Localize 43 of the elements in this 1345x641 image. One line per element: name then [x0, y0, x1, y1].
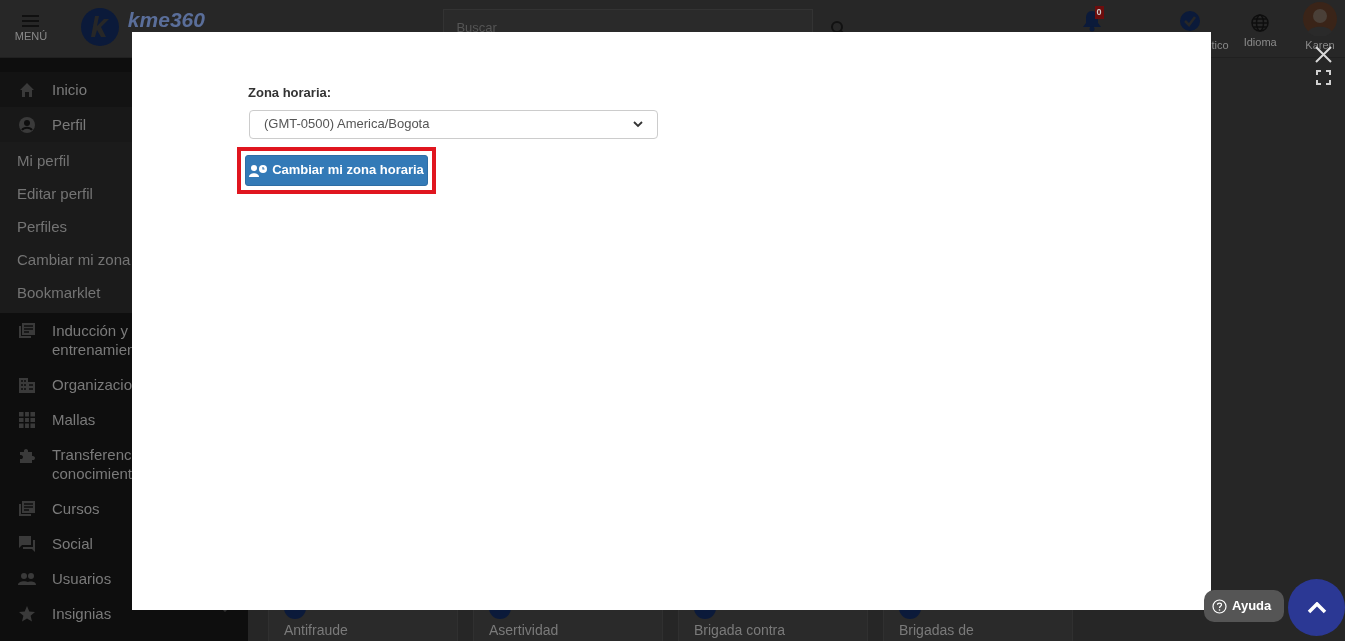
- change-timezone-button[interactable]: Cambiar mi zona horaria: [245, 154, 428, 186]
- bell-icon[interactable]: [1081, 10, 1102, 32]
- sidebar-item[interactable]: Inducción y entrenamien: [52, 321, 136, 359]
- nav-label[interactable]: tico: [1211, 36, 1229, 53]
- newspaper-icon: [18, 322, 36, 340]
- building-icon: [18, 376, 36, 394]
- sidebar-item[interactable]: Insignias: [52, 604, 136, 623]
- user-clock-icon: [249, 163, 269, 177]
- timezone-select[interactable]: (GMT-0500) America/Bogota: [249, 109, 658, 139]
- user-circle-icon: [18, 116, 36, 134]
- card-title: Brigadas de: [899, 622, 975, 638]
- sidebar-item[interactable]: Social: [52, 534, 136, 553]
- sidebar-item[interactable]: Usuarios: [52, 569, 136, 588]
- notification-badge: 0: [1094, 6, 1104, 19]
- chevron-down-icon: [633, 120, 643, 128]
- card-title: Brigada contra: [694, 622, 787, 638]
- sidebar-item[interactable]: Cursos: [52, 499, 136, 518]
- sidebar-item[interactable]: Organizacio: [52, 375, 136, 394]
- sidebar-item[interactable]: Perfil: [52, 115, 136, 134]
- help-button[interactable]: Ayuda: [1204, 590, 1284, 622]
- question-icon: [1212, 598, 1227, 614]
- logo-text: kme360: [127, 8, 205, 30]
- card-title: Asertividad: [489, 622, 560, 638]
- scroll-top-button[interactable]: [1288, 579, 1345, 636]
- check-circle-icon[interactable]: [1180, 10, 1201, 31]
- grid-icon: [18, 411, 36, 429]
- home-icon: [18, 81, 36, 99]
- newspaper-icon: [18, 500, 36, 518]
- card-title: Antifraude: [284, 622, 349, 638]
- sidebar-item[interactable]: Mallas: [52, 410, 136, 429]
- fullscreen-icon[interactable]: [1316, 70, 1331, 85]
- logo-icon: [79, 6, 120, 47]
- chat-icon: [18, 535, 36, 553]
- menu-button[interactable]: MENÚ: [0, 15, 62, 42]
- puzzle-icon: [18, 446, 36, 464]
- star-icon: [18, 605, 36, 623]
- sidebar-item[interactable]: Transferenc conocimient: [52, 445, 136, 483]
- sidebar-item[interactable]: Inicio: [52, 80, 136, 99]
- chevron-up-icon: [1306, 601, 1327, 614]
- field-label: Zona horaria:: [248, 84, 333, 102]
- nav-label[interactable]: Idioma: [1243, 33, 1277, 50]
- nav-label[interactable]: Karen: [1305, 36, 1335, 53]
- people-icon: [18, 570, 36, 588]
